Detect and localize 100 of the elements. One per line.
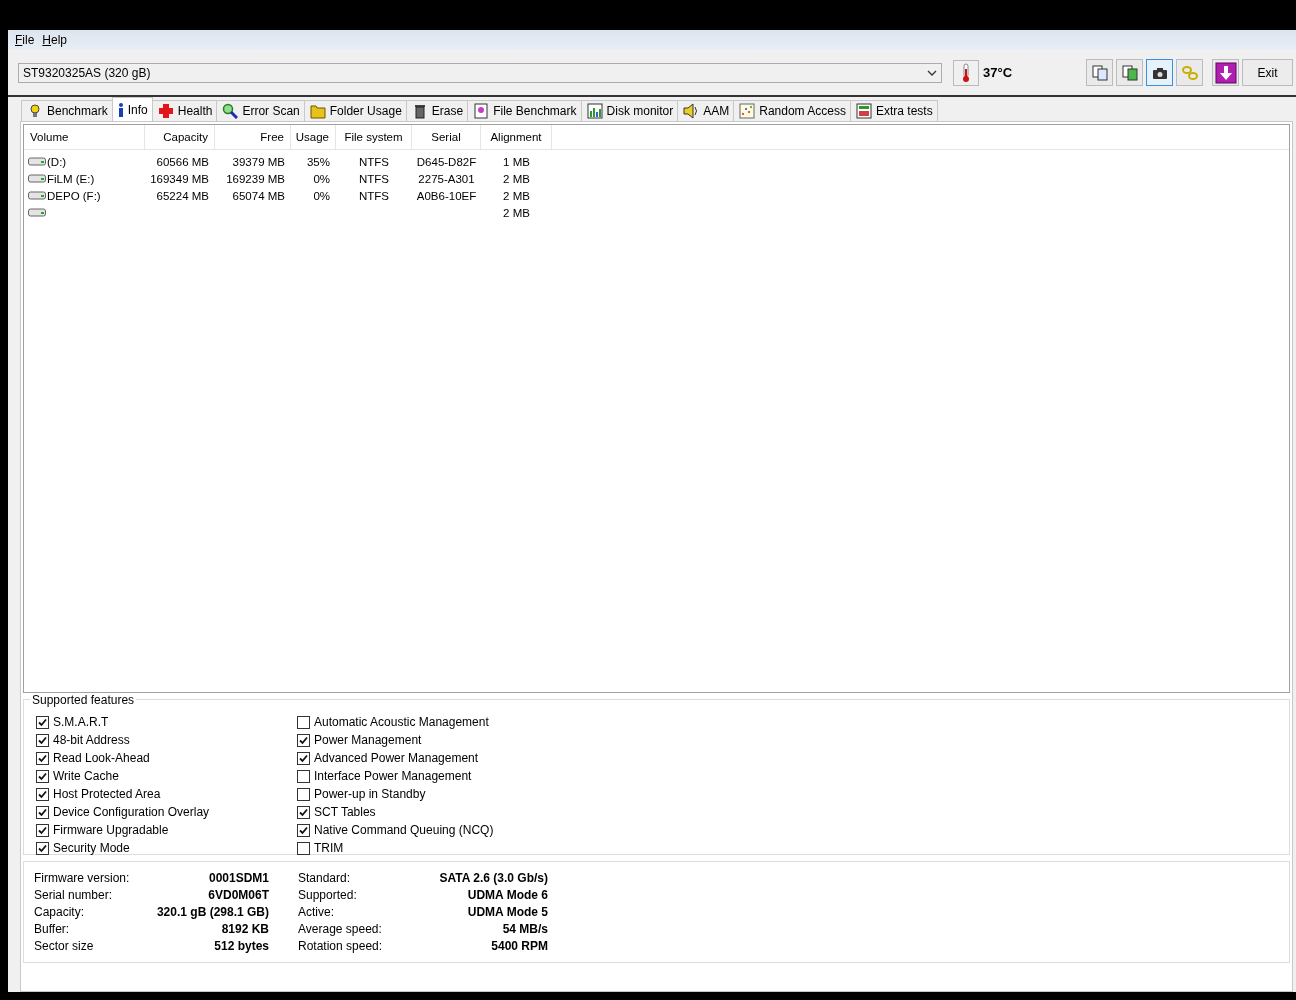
checkbox[interactable] [36,715,49,729]
tab[interactable]: Info [111,97,153,121]
menu-item[interactable]: Help [39,33,71,47]
tab[interactable]: File Benchmark [467,100,582,121]
column-header[interactable]: Alignment [481,125,552,149]
cross-icon [157,103,174,119]
checkbox-label: TRIM [314,841,344,855]
checkbox-label: Automatic Acoustic Management [314,715,489,729]
scatter-icon [739,103,756,119]
file-icon [473,103,490,119]
checkbox[interactable] [297,715,310,729]
detail-value: 0001SDM1 [207,871,269,886]
checkbox[interactable] [36,823,49,837]
thermometer-button[interactable] [953,59,979,86]
thermometer-icon [961,62,971,83]
checkbox-label: Host Protected Area [53,787,161,801]
toolbar-button[interactable] [1146,59,1173,86]
checkbox[interactable] [36,805,49,819]
checkbox[interactable] [36,751,49,765]
checkbox[interactable] [297,769,310,783]
table-cell: (D:) [47,155,67,168]
tab[interactable]: AAM [677,100,735,121]
table-cell: 39379 MB [232,155,285,168]
checkbox[interactable] [36,787,49,801]
column-header[interactable]: Usage [291,125,336,149]
detail-label: Rotation speed: [298,938,384,953]
detail-label: Firmware version: [34,871,131,886]
drive-icon [28,174,46,183]
table-cell: A0B6-10EF [416,189,477,202]
drive-icon [28,191,46,200]
drive-dropdown[interactable]: ST9320325AS (320 gB) [18,62,942,83]
table-cell: 35% [306,155,330,168]
chain-icon [1180,63,1199,82]
menu-item[interactable]: File [12,33,38,47]
table-cell: 0% [313,172,330,185]
detail-value: 5400 RPM [490,938,548,953]
tab[interactable]: Random Access [733,100,851,121]
tab[interactable]: Health [151,100,218,121]
checkbox-label: Firmware Upgradable [53,823,169,837]
bar-chart-icon [586,103,603,119]
checkbox-label: SCT Tables [314,805,376,819]
detail-value: 6VD0M06T [207,888,269,903]
table-cell: 2 MB [503,189,530,202]
column-header[interactable]: Free [215,125,291,149]
checkbox[interactable] [36,769,49,783]
copy-icon [1090,63,1109,82]
checkbox-label: Write Cache [53,769,119,783]
checkbox-label: Native Command Queuing (NCQ) [314,823,494,837]
checkbox[interactable] [297,805,310,819]
detail-value: 320.1 gB (298.1 GB) [155,905,269,919]
table-cell: 65074 MB [232,189,285,202]
tab[interactable]: Disk monitor [580,100,679,121]
magnifier-icon [222,103,239,119]
column-header[interactable]: Serial [412,125,481,149]
tab[interactable]: Extra tests [849,100,938,121]
drive-icon [28,208,46,217]
column-header[interactable]: Volume [24,125,145,149]
detail-value: UDMA Mode 6 [466,888,548,903]
column-header[interactable]: File system [336,125,412,149]
group-title: Supported features [30,693,137,707]
detail-label: Average speed: [298,921,383,936]
checkbox-label: Interface Power Management [314,769,472,783]
tab[interactable]: Error Scan [216,100,305,121]
detail-value: 512 bytes [213,938,269,953]
table-cell: 60566 MB [156,155,209,168]
tab[interactable]: Benchmark [21,100,113,121]
speaker-icon [683,103,700,119]
folder-icon [309,103,326,119]
table-cell: 169239 MB [226,172,285,185]
toolbar-button[interactable] [1212,59,1239,86]
checkbox-label: S.M.A.R.T [53,715,109,729]
detail-value: 8192 KB [220,921,269,936]
table-cell: DEPO (F:) [47,189,101,202]
checkbox[interactable] [297,841,310,855]
table-cell: NTFS [359,172,389,185]
checkbox[interactable] [297,823,310,837]
checkbox[interactable] [36,841,49,855]
detail-value: 54 MB/s [501,921,548,936]
tab[interactable]: Folder Usage [303,100,407,121]
detail-label: Capacity: [34,905,86,919]
checkbox[interactable] [297,751,310,765]
checkbox[interactable] [297,787,310,801]
table-cell: 2275-A301 [418,172,475,185]
table-cell: NTFS [359,155,389,168]
checkbox-label: Read Look-Ahead [53,751,150,765]
table-cell: 65224 MB [156,189,209,202]
table-cell: D645-D82F [416,155,477,168]
checkbox[interactable] [36,733,49,747]
checkbox-label: Device Configuration Overlay [53,805,210,819]
toolbar-button[interactable] [1116,59,1143,86]
table-cell: 169349 MB [150,172,209,185]
column-header[interactable]: Capacity [145,125,215,149]
exit-button[interactable]: Exit [1242,59,1293,86]
checkbox-label: Power-up in Standby [314,787,426,801]
tab[interactable]: Erase [405,100,469,121]
checkbox-label: Advanced Power Management [314,751,479,765]
detail-label: Supported: [298,888,358,903]
table-cell: 2 MB [503,206,530,219]
bulb-icon [27,103,43,119]
checkbox[interactable] [297,733,310,747]
